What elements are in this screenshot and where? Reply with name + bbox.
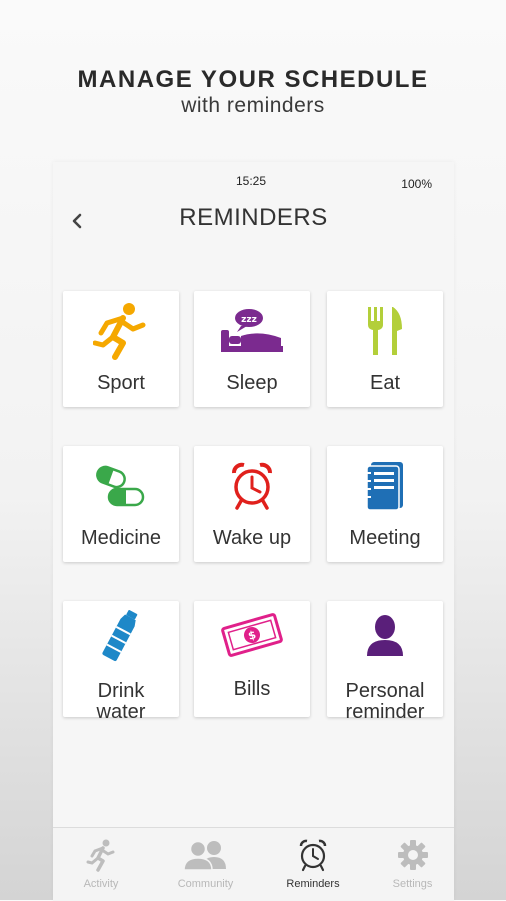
tab-label: Activity: [83, 878, 119, 890]
reminder-tile-meeting[interactable]: Meeting: [327, 446, 443, 562]
gear-icon: [371, 837, 454, 873]
reminder-label-line1: Personal: [345, 680, 425, 702]
promo-subtitle: with reminders: [181, 94, 325, 117]
reminder-label: Wake up: [212, 527, 292, 549]
reminder-tile-medicine[interactable]: Medicine: [63, 446, 179, 562]
water-bottle-icon: [63, 605, 179, 665]
reminder-tile-wake-up[interactable]: Wake up: [194, 446, 310, 562]
reminder-label: Bills: [233, 678, 271, 700]
reminder-label: Sleep: [226, 372, 278, 394]
tab-settings[interactable]: Settings: [371, 828, 454, 901]
alarm-clock-icon: [263, 837, 363, 873]
money-bill-icon: $: [194, 605, 310, 665]
phone-screen: 15:25 100% REMINDERS Sport zzz Sleep Eat…: [53, 162, 454, 901]
status-time: 15:25: [236, 174, 267, 188]
status-battery: 100%: [401, 177, 432, 191]
reminder-label: Personal reminder: [327, 681, 443, 723]
notebook-icon: [327, 456, 443, 516]
reminder-tile-drink-water[interactable]: Drink water: [63, 601, 179, 723]
running-person-icon: [63, 301, 179, 361]
tab-label: Settings: [392, 878, 433, 890]
reminder-tile-bills[interactable]: $ Bills: [194, 601, 310, 717]
reminder-label-line2: reminder: [345, 701, 425, 723]
status-bar: 15:25 100%: [53, 174, 454, 192]
tab-activity[interactable]: Activity: [53, 828, 149, 901]
runner-icon: [53, 837, 149, 873]
reminder-tile-eat[interactable]: Eat: [327, 291, 443, 407]
bed-icon: zzz: [194, 301, 310, 361]
tab-label: Community: [177, 878, 234, 890]
tab-label: Reminders: [286, 878, 340, 890]
reminder-label-line2: water: [96, 701, 146, 723]
reminder-label: Sport: [97, 372, 145, 394]
pills-icon: [63, 456, 179, 516]
reminder-tile-sleep[interactable]: zzz Sleep: [194, 291, 310, 407]
reminder-tile-personal-reminder[interactable]: Personal reminder: [327, 601, 443, 723]
reminder-tile-sport[interactable]: Sport: [63, 291, 179, 407]
svg-text:zzz: zzz: [241, 315, 257, 325]
tab-community[interactable]: Community: [153, 828, 258, 901]
promo-headline: MANAGE YOUR SCHEDULE with reminders: [0, 66, 506, 118]
top-bar: REMINDERS: [53, 202, 454, 242]
fork-knife-icon: [327, 301, 443, 361]
reminder-label-line1: Drink: [97, 680, 145, 702]
reminder-label: Drink water: [63, 681, 179, 723]
page-title: REMINDERS: [179, 204, 328, 231]
reminder-label: Medicine: [80, 527, 162, 549]
reminder-label: Eat: [369, 372, 401, 394]
tab-reminders[interactable]: Reminders: [263, 828, 363, 901]
people-icon: [153, 837, 258, 873]
alarm-clock-icon: [194, 456, 310, 516]
person-icon: [327, 605, 443, 665]
promo-title: MANAGE YOUR SCHEDULE: [77, 66, 429, 93]
tab-bar: Activity Community Reminders Settings: [53, 827, 454, 901]
reminder-label: Meeting: [349, 527, 421, 549]
